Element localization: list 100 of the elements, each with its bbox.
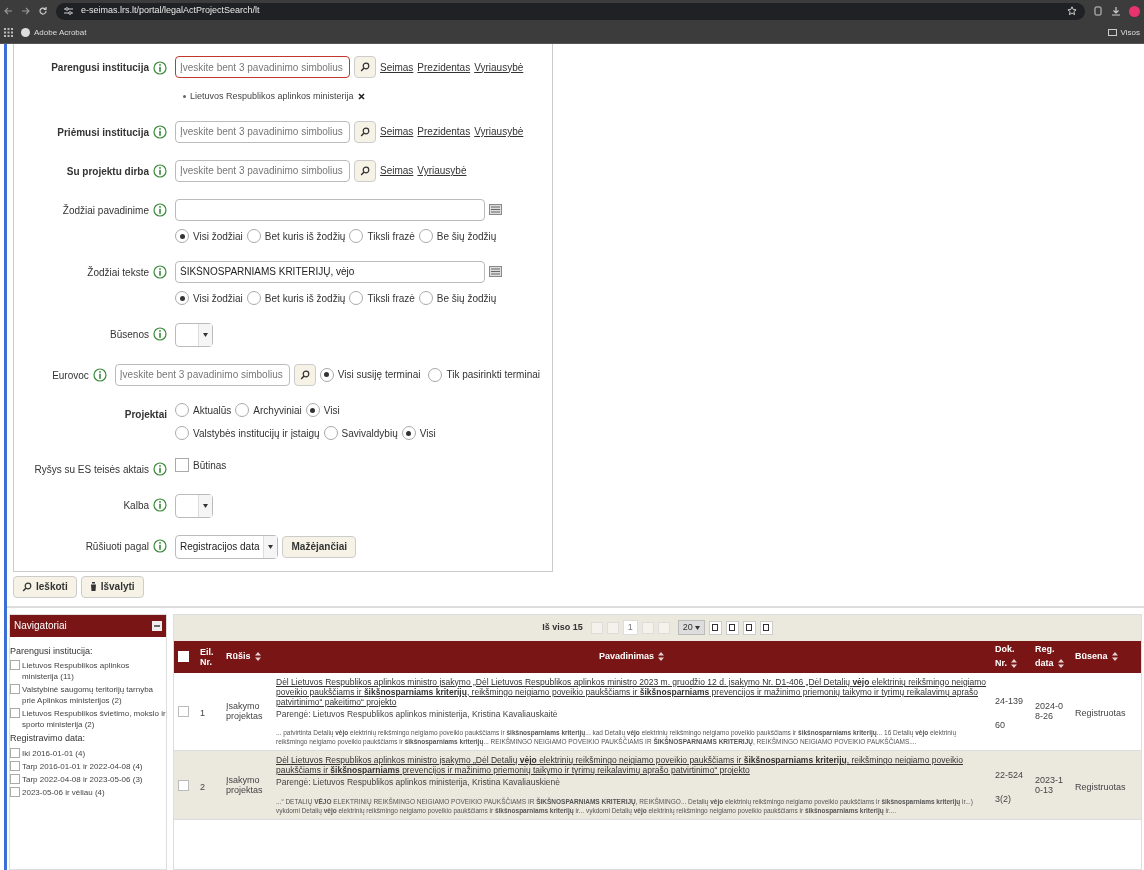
checkbox[interactable] xyxy=(10,760,20,771)
radio-button[interactable] xyxy=(175,229,189,243)
shortcut-link[interactable]: Seimas xyxy=(380,59,414,75)
search-icon xyxy=(360,126,370,137)
column-header[interactable]: Pavadinimas xyxy=(272,640,991,673)
info-icon[interactable] xyxy=(153,203,167,217)
radio-button[interactable] xyxy=(428,367,443,382)
radio-button[interactable] xyxy=(175,426,189,440)
navigator-item[interactable]: Lietuvos Respublikos aplinkos ministerija (11) xyxy=(10,660,166,682)
radio-button[interactable] xyxy=(323,426,338,440)
sort-icon[interactable] xyxy=(1111,651,1118,661)
shortcut-link[interactable]: Vyriausybė xyxy=(474,59,524,75)
select-all-checkbox[interactable] xyxy=(178,651,189,662)
clear-button[interactable]: Išvalyti xyxy=(80,575,144,598)
checkbox[interactable] xyxy=(10,773,20,784)
navigator-item[interactable]: Tarp 2016-01-01 ir 2022-04-08 (4) xyxy=(10,760,166,772)
radio-label: Be šių žodžių xyxy=(436,229,497,244)
radio-button[interactable] xyxy=(175,403,189,417)
sort-icon[interactable] xyxy=(254,651,261,661)
institution-field[interactable]: Įveskite bent 3 pavadinimo simbolius xyxy=(175,56,350,78)
sort-icon[interactable] xyxy=(658,651,664,661)
info-icon[interactable] xyxy=(153,164,167,178)
collapse-icon[interactable] xyxy=(152,620,162,631)
row-checkbox[interactable] xyxy=(178,705,189,717)
column-header[interactable]: Reg. data xyxy=(1031,640,1071,673)
download-icon[interactable] xyxy=(1111,6,1121,16)
sort-icon[interactable] xyxy=(1057,658,1064,668)
column-header[interactable]: Rūšis xyxy=(222,640,272,673)
bookmark-folder[interactable]: Visos xyxy=(1107,26,1140,39)
current-page[interactable]: 1 xyxy=(622,619,638,636)
page-size-select[interactable]: 20 xyxy=(677,619,705,636)
institution-field[interactable]: Įveskite bent 3 pavadinimo simbolius xyxy=(114,363,290,386)
info-icon[interactable] xyxy=(153,539,167,553)
forward-icon[interactable] xyxy=(21,7,30,15)
words-field[interactable] xyxy=(175,198,485,221)
radio-button[interactable] xyxy=(246,229,261,243)
institution-field[interactable]: Įveskite bent 3 pavadinimo simbolius xyxy=(175,159,350,182)
star-icon[interactable] xyxy=(1067,6,1077,16)
profile-avatar[interactable] xyxy=(1129,5,1140,17)
checkbox[interactable] xyxy=(10,747,20,758)
lookup-button[interactable] xyxy=(354,120,376,143)
info-icon[interactable] xyxy=(92,368,107,382)
search-button[interactable]: Ieškoti xyxy=(13,575,77,598)
lookup-button[interactable] xyxy=(354,56,376,78)
info-icon[interactable] xyxy=(153,125,167,139)
export-button[interactable] xyxy=(742,620,756,635)
result-row[interactable] xyxy=(174,672,1141,751)
dropdown[interactable]: Registracijos data xyxy=(175,534,279,559)
radio-button[interactable] xyxy=(246,291,261,305)
back-icon[interactable] xyxy=(4,7,13,15)
navigator-item[interactable]: Iki 2016-01-01 (4) xyxy=(10,747,166,759)
radio-button[interactable] xyxy=(401,426,416,440)
remove-icon[interactable] xyxy=(357,93,365,101)
shortcut-link[interactable]: Seimas xyxy=(380,163,414,178)
checkbox[interactable] xyxy=(10,684,20,694)
radio-button[interactable] xyxy=(349,229,364,243)
shortcut-link[interactable]: Vyriausybė xyxy=(417,163,467,178)
radio-button[interactable] xyxy=(418,229,433,243)
export-button[interactable] xyxy=(725,620,739,635)
shortcut-link[interactable]: Seimas xyxy=(380,124,414,139)
navigator-item[interactable]: Tarp 2022-04-08 ir 2023-05-06 (3) xyxy=(10,773,166,785)
column-header[interactable]: Būsena xyxy=(1071,640,1141,673)
site-info-icon[interactable] xyxy=(64,7,73,15)
navigator-item[interactable]: Lietuvos Respublikos švietimo, mokslo ir sporto ministerija (2) xyxy=(10,708,166,730)
radio-button[interactable] xyxy=(418,291,433,305)
radio-button[interactable] xyxy=(349,291,364,305)
radio-button[interactable] xyxy=(175,291,189,305)
sort-icon[interactable] xyxy=(1011,658,1017,668)
radio-button[interactable] xyxy=(235,403,250,417)
institution-field[interactable]: Įveskite bent 3 pavadinimo simbolius xyxy=(175,120,350,143)
navigator-item[interactable]: 2023-05-06 ir vėliau (4) xyxy=(10,786,166,798)
order-button[interactable]: Mažėjančiai xyxy=(282,535,357,558)
address-bar[interactable]: e-seimas.lrs.lt/portal/legalActProjectSearch/lt xyxy=(56,2,1085,20)
apps-icon[interactable] xyxy=(4,28,13,37)
act-title-link[interactable]: Dėl Lietuvos Respublikos aplinkos ministro įsakymo „Dėl Lietuvos Respublikos aplinkos ministro 2023 m. gruodžio 12 d. įsakymo Nr. D1-406 „Dėl Detalių vėjo elektrinių reikšmingo neigiamo poveikio paukščiams ir šikšnosparniams kriterijų, reikšmingo neigiamo poveikio paukščiams ir šikšnosparniams prevencijos ir mažinimo priemonių taikymo ir tyrimų reikalavimų aprašo patvirtinimo“ pakeitimo“ projekto xyxy=(276,676,987,707)
shortcut-link[interactable]: Vyriausybė xyxy=(474,124,524,139)
shortcut-link[interactable]: Prezidentas xyxy=(417,59,471,75)
export-button[interactable] xyxy=(759,620,773,635)
radio-button[interactable] xyxy=(305,403,320,417)
radio-button[interactable] xyxy=(319,367,334,382)
checkbox[interactable] xyxy=(10,660,20,670)
info-icon[interactable] xyxy=(153,462,167,476)
reload-icon[interactable] xyxy=(38,6,48,16)
act-title-link[interactable]: Dėl Lietuvos Respublikos aplinkos ministro įsakymo „Dėl Detalių vėjo elektrinių reikšmingo neigiamo poveikio paukščiams ir šikšnosparniams kriterijų, reikšmingo neigiamo poveikio paukščiams ir šikšnosparniams prevencijos ir mažinimo priemonių taikymo ir tyrimų reikalavimų aprašo patvirtinimo“ projekto xyxy=(276,755,987,776)
shortcut-link[interactable]: Prezidentas xyxy=(417,124,471,139)
bookmark[interactable]: Adobe Acrobat xyxy=(21,26,87,39)
checkbox[interactable] xyxy=(10,786,20,797)
info-icon[interactable] xyxy=(153,265,167,279)
lookup-button[interactable] xyxy=(293,363,316,386)
checkbox[interactable] xyxy=(10,708,20,718)
info-icon[interactable] xyxy=(153,60,167,75)
export-button[interactable] xyxy=(708,620,722,635)
column-header[interactable]: Dok. Nr. xyxy=(991,640,1031,673)
words-field[interactable]: ŠIKŠNOSPARNIAMS KRITERIJŲ, vėjo xyxy=(175,260,485,283)
info-icon[interactable] xyxy=(153,498,167,512)
navigator-item[interactable]: Valstybinė saugomų teritorijų tarnyba prie Aplinkos ministerijos (2) xyxy=(10,684,166,706)
checkbox[interactable] xyxy=(175,458,189,472)
lookup-button[interactable] xyxy=(354,159,376,182)
row-checkbox[interactable] xyxy=(178,779,189,791)
info-icon[interactable] xyxy=(153,327,167,341)
